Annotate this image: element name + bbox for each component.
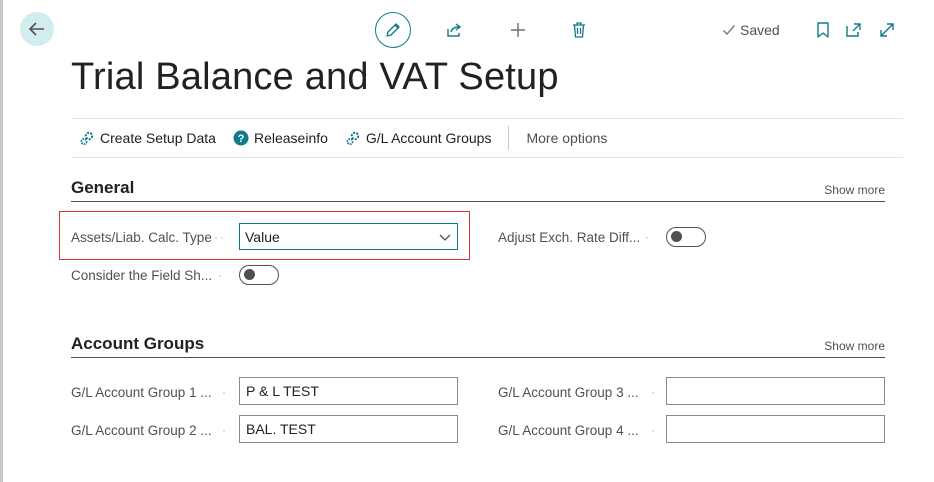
toggle-knob — [671, 231, 682, 242]
edit-button[interactable] — [375, 12, 411, 48]
field-dots: · — [222, 385, 228, 399]
consider-field-label: Consider the Field Sh... — [71, 268, 213, 283]
svg-text:?: ? — [238, 133, 245, 145]
chevron-down-icon — [439, 234, 451, 241]
saved-status: Saved — [722, 22, 780, 38]
field-dots: · — [645, 230, 651, 244]
create-setup-data-label: Create Setup Data — [100, 130, 216, 146]
gl-account-groups-action[interactable]: G/L Account Groups — [345, 130, 492, 146]
expand-icon — [880, 23, 894, 37]
field-dots: ·· — [214, 230, 226, 244]
field-dots: · — [218, 268, 224, 282]
gears-icon — [346, 131, 360, 145]
share-icon — [447, 23, 462, 37]
more-options-action[interactable]: More options — [526, 130, 607, 146]
delete-button[interactable] — [565, 16, 593, 44]
back-button[interactable] — [20, 12, 54, 46]
gl-account-group-2-input[interactable] — [239, 415, 458, 443]
create-setup-data-action[interactable]: Create Setup Data — [79, 130, 216, 146]
general-section-divider — [71, 201, 885, 202]
open-new-window-button[interactable] — [840, 16, 868, 44]
check-icon — [723, 25, 735, 35]
help-icon: ? — [233, 130, 249, 146]
gl-account-group-1-input[interactable] — [239, 377, 458, 405]
assets-calc-type-value: Value — [245, 229, 280, 245]
saved-label: Saved — [740, 22, 780, 38]
arrow-left-icon — [28, 22, 44, 36]
more-options-label: More options — [526, 130, 608, 146]
gl-account-group-3-label: G/L Account Group 3 ... — [498, 385, 639, 400]
general-section-title[interactable]: General — [71, 178, 134, 198]
gl-account-group-2-label: G/L Account Group 2 ... — [71, 423, 212, 438]
pencil-icon — [386, 23, 400, 37]
left-edge — [0, 0, 3, 482]
gl-account-group-1-label: G/L Account Group 1 ... — [71, 385, 212, 400]
toggle-knob — [244, 269, 255, 280]
plus-icon — [511, 23, 525, 37]
action-bar: Create Setup Data ? Releaseinfo G/L Acco… — [71, 118, 903, 158]
expand-button[interactable] — [873, 16, 901, 44]
account-groups-show-more[interactable]: Show more — [824, 339, 885, 353]
assets-calc-type-label: Assets/Liab. Calc. Type — [71, 230, 212, 245]
assets-calc-type-select[interactable]: Value — [239, 223, 458, 250]
consider-field-toggle[interactable] — [239, 265, 279, 285]
gl-account-group-4-label: G/L Account Group 4 ... — [498, 423, 639, 438]
action-separator — [508, 126, 510, 150]
bookmark-button[interactable] — [809, 16, 837, 44]
general-show-more[interactable]: Show more — [824, 183, 885, 197]
field-dots: · — [651, 385, 657, 399]
gl-account-group-3-input[interactable] — [666, 377, 885, 405]
field-dots: · — [222, 423, 228, 437]
account-groups-section-divider — [71, 357, 885, 358]
bookmark-icon — [817, 22, 829, 38]
trash-icon — [573, 22, 585, 38]
new-button[interactable] — [504, 16, 532, 44]
page-title: Trial Balance and VAT Setup — [71, 56, 559, 98]
gl-account-groups-label: G/L Account Groups — [365, 130, 492, 146]
field-dots: · — [651, 423, 657, 437]
share-button[interactable] — [441, 16, 469, 44]
releaseinfo-action[interactable]: ? Releaseinfo — [233, 130, 328, 146]
adjust-exch-rate-label: Adjust Exch. Rate Diff... — [498, 230, 641, 245]
open-new-window-icon — [846, 23, 861, 37]
gears-icon — [80, 131, 94, 145]
account-groups-section-title[interactable]: Account Groups — [71, 334, 204, 354]
releaseinfo-label: Releaseinfo — [253, 130, 328, 146]
gl-account-group-4-input[interactable] — [666, 415, 885, 443]
adjust-exch-rate-toggle[interactable] — [666, 227, 706, 247]
